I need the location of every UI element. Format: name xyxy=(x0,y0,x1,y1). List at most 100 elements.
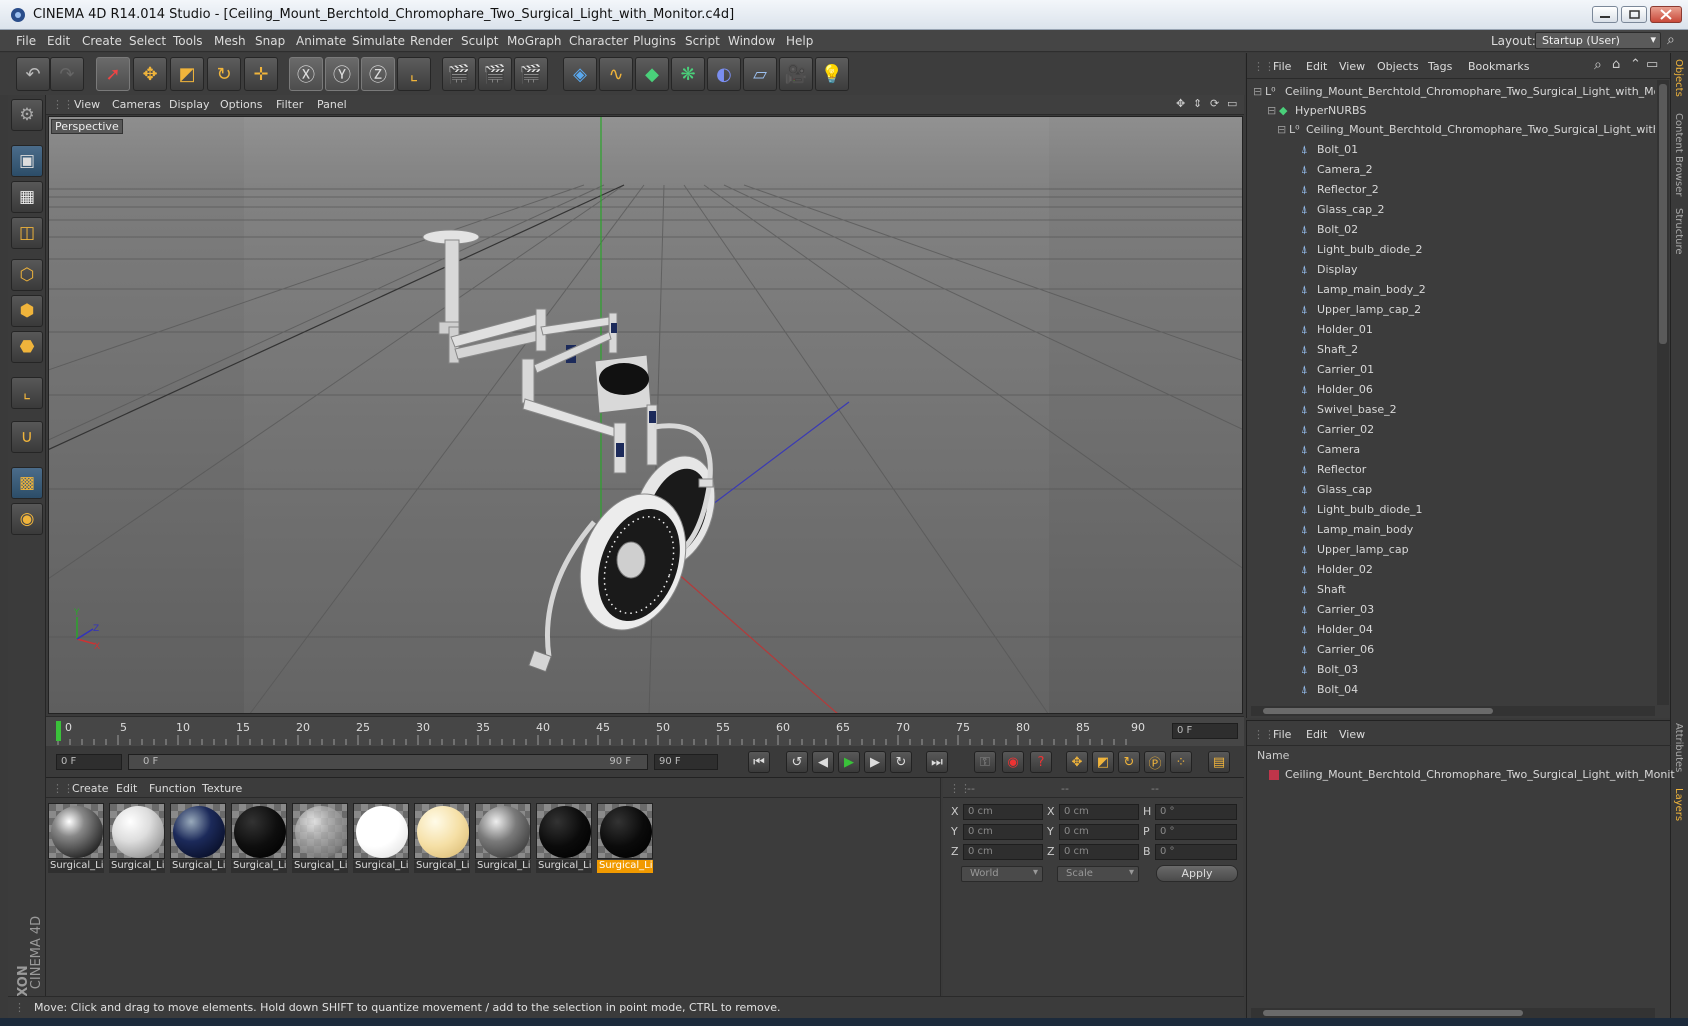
make-editable-button[interactable]: ⚙ xyxy=(11,99,43,131)
tree-row[interactable]: ⍋ Carrier_01 xyxy=(1247,360,1655,380)
close-button[interactable] xyxy=(1650,6,1682,23)
material-swatch[interactable]: Surgical_Li xyxy=(536,803,592,875)
workplane-lock-button[interactable]: ▩ xyxy=(11,467,43,499)
material-swatch[interactable]: Surgical_Li xyxy=(414,803,470,875)
material-swatch[interactable]: Surgical_Li xyxy=(231,803,287,875)
tree-row[interactable]: ⍋ Light_bulb_diode_1 xyxy=(1247,500,1655,520)
menu-mesh[interactable]: Mesh xyxy=(214,34,246,48)
pan-icon[interactable]: ✥ xyxy=(1176,97,1185,110)
world-dropdown[interactable]: World ▾ xyxy=(961,866,1043,882)
collapse-icon[interactable]: ⊟ xyxy=(1253,85,1262,98)
timeline-ruler[interactable]: 0 5 10 15 20 25 30 35 40 45 50 55 60 65 … xyxy=(46,716,1244,746)
tree-row-hypernurbs[interactable]: ⊟ ◆ HyperNURBS xyxy=(1247,101,1655,121)
size-x-field[interactable]: 0 cm xyxy=(1059,804,1139,820)
tree-row[interactable]: ⍋ Upper_lamp_cap xyxy=(1247,540,1655,560)
tree-row[interactable]: ⍋ Reflector_2 xyxy=(1247,180,1655,200)
scrollbar-thumb[interactable] xyxy=(1263,708,1493,714)
search-icon[interactable]: ⌕ xyxy=(1667,32,1675,48)
menu-simulate[interactable]: Simulate xyxy=(352,34,405,48)
layers-menu-edit[interactable]: Edit xyxy=(1306,728,1327,741)
scrollbar-thumb[interactable] xyxy=(1659,84,1667,344)
tree-row[interactable]: ⍋ Shaft_2 xyxy=(1247,340,1655,360)
objects-menu-edit[interactable]: Edit xyxy=(1306,60,1327,73)
menu-script[interactable]: Script xyxy=(685,34,720,48)
objects-menu-objects[interactable]: Objects xyxy=(1377,60,1419,73)
tree-row[interactable]: ⍋ Carrier_06 xyxy=(1247,640,1655,660)
cube-primitive-button[interactable]: ◈ xyxy=(563,57,597,91)
object-vertical-scrollbar[interactable] xyxy=(1657,80,1669,705)
tree-row[interactable]: ⍋ Display xyxy=(1247,260,1655,280)
layout-select[interactable]: Startup (User) ▾ xyxy=(1535,32,1661,49)
tree-row[interactable]: ⍋ Holder_04 xyxy=(1247,620,1655,640)
soft-selection-button[interactable]: ◉ xyxy=(11,503,43,535)
menu-character[interactable]: Character xyxy=(569,34,628,48)
up-icon[interactable]: ⌃ xyxy=(1630,57,1641,72)
home-icon[interactable]: ⌂ xyxy=(1612,57,1620,72)
tab-content-browser[interactable]: Content Browser xyxy=(1673,113,1684,196)
redo-button[interactable]: ↷ xyxy=(50,57,84,91)
pos-y-field[interactable]: 0 cm xyxy=(963,824,1043,840)
new-window-icon[interactable]: ▭ xyxy=(1646,57,1658,72)
viewport-menu-options[interactable]: Options xyxy=(220,98,262,111)
polygons-mode-button[interactable]: ⬣ xyxy=(11,331,43,363)
camera-button[interactable]: 🎥 xyxy=(779,57,813,91)
tree-row[interactable]: ⍋ Swivel_base_2 xyxy=(1247,400,1655,420)
layer-horizontal-scrollbar[interactable] xyxy=(1251,1008,1655,1018)
record-keys-button[interactable]: ⚿ xyxy=(974,751,996,773)
render-picture-viewer-button[interactable]: 🎬 xyxy=(478,57,512,91)
maximize-view-icon[interactable]: ▭ xyxy=(1227,97,1237,110)
material-menu-function[interactable]: Function xyxy=(149,782,196,795)
menu-mograph[interactable]: MoGraph xyxy=(507,34,562,48)
x-axis-button[interactable]: Ⓧ xyxy=(289,57,323,91)
layers-menu-file[interactable]: File xyxy=(1273,728,1291,741)
menu-edit[interactable]: Edit xyxy=(47,34,70,48)
points-mode-button[interactable]: ⬡ xyxy=(11,259,43,291)
live-selection-button[interactable]: ➚ xyxy=(96,57,130,91)
next-key-button[interactable]: ↻ xyxy=(890,751,912,773)
material-swatch[interactable]: Surgical_Li xyxy=(170,803,226,875)
scrollbar-thumb[interactable] xyxy=(1263,1010,1523,1016)
menu-window[interactable]: Window xyxy=(728,34,775,48)
viewport-menu-panel[interactable]: Panel xyxy=(317,98,347,111)
tree-row[interactable]: ⍋ Shaft xyxy=(1247,580,1655,600)
record-scale-button[interactable]: ◩ xyxy=(1092,751,1114,773)
tree-row[interactable]: ⍋ Carrier_02 xyxy=(1247,420,1655,440)
material-swatch[interactable]: Surgical_Li xyxy=(475,803,531,875)
next-frame-button[interactable]: ▶ xyxy=(864,751,886,773)
y-axis-button[interactable]: Ⓨ xyxy=(325,57,359,91)
go-to-end-button[interactable]: ⏭ xyxy=(926,751,948,773)
tree-row[interactable]: ⍋ Glass_cap xyxy=(1247,480,1655,500)
rot-h-field[interactable]: 0 ° xyxy=(1155,804,1237,820)
tree-row[interactable]: ⍋ Carrier_03 xyxy=(1247,600,1655,620)
tree-row[interactable]: ⍋ Lamp_main_body_2 xyxy=(1247,280,1655,300)
record-parameter-button[interactable]: Ⓟ xyxy=(1144,751,1166,773)
model-mode-button[interactable]: ▣ xyxy=(11,145,43,177)
objects-menu-view[interactable]: View xyxy=(1339,60,1365,73)
keyframe-selection-button[interactable]: ? xyxy=(1030,751,1052,773)
tree-row[interactable]: ⍋ Upper_lamp_cap_2 xyxy=(1247,300,1655,320)
previous-key-button[interactable]: ↺ xyxy=(786,751,808,773)
material-menu-texture[interactable]: Texture xyxy=(202,782,242,795)
menu-plugins[interactable]: Plugins xyxy=(633,34,676,48)
nurbs-button[interactable]: ◆ xyxy=(635,57,669,91)
tree-row[interactable]: ⍋ Holder_06 xyxy=(1247,380,1655,400)
end-frame-field[interactable]: 90 F xyxy=(654,754,718,770)
light-button[interactable]: 💡 xyxy=(815,57,849,91)
apply-button[interactable]: Apply xyxy=(1156,865,1238,882)
tree-row[interactable]: ⍋ Camera xyxy=(1247,440,1655,460)
deformer-button[interactable]: ◐ xyxy=(707,57,741,91)
snapping-button[interactable]: ∪ xyxy=(11,421,43,453)
material-swatch[interactable]: Surgical_Li xyxy=(48,803,104,875)
layer-row[interactable]: Ceiling_Mount_Berchtold_Chromophare_Two_… xyxy=(1247,766,1675,784)
tree-row-group[interactable]: ⊟ L⁰ Ceiling_Mount_Berchtold_Chromophare… xyxy=(1247,120,1655,140)
texture-mode-button[interactable]: ▦ xyxy=(11,181,43,213)
collapse-icon[interactable]: ⊟ xyxy=(1277,123,1286,136)
add-tool-button[interactable]: ✛ xyxy=(244,57,278,91)
material-swatch-selected[interactable]: Surgical_Li xyxy=(597,803,653,875)
object-horizontal-scrollbar[interactable] xyxy=(1251,706,1655,716)
menu-help[interactable]: Help xyxy=(786,34,813,48)
size-y-field[interactable]: 0 cm xyxy=(1059,824,1139,840)
render-view-button[interactable]: 🎬 xyxy=(442,57,476,91)
material-swatch[interactable]: Surgical_Li xyxy=(109,803,165,875)
previous-frame-button[interactable]: ◀ xyxy=(812,751,834,773)
